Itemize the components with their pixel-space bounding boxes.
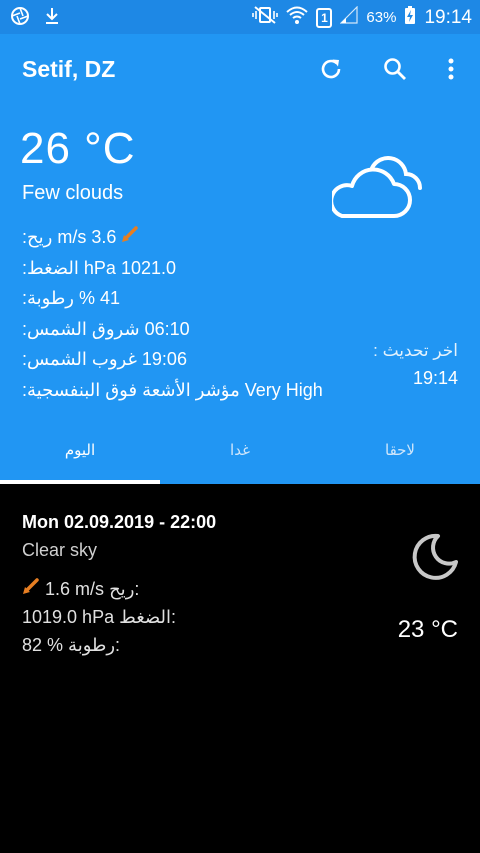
forecast-pressure-row: 1019.0 hPa الضغط:: [22, 603, 176, 631]
forecast-wind-row: 1.6 m/s ريح:: [22, 575, 176, 603]
app-bar: Setif, DZ: [0, 34, 480, 106]
status-bar: 1 63% 19:14: [0, 0, 480, 34]
current-temperature: 26 °C: [20, 124, 136, 173]
forecast-humidity-label: رطوبة:: [68, 635, 121, 655]
forecast-wind-value: 1.6 m/s: [45, 579, 105, 599]
pressure-row: الضغط: 1021.0 hPa: [22, 253, 323, 284]
forecast-datetime: Mon 02.09.2019 - 22:00: [22, 512, 217, 532]
aperture-icon: [10, 6, 30, 31]
forecast-pressure-label: الضغط:: [119, 607, 176, 627]
wind-row: ريح: 3.6 m/s: [22, 222, 323, 253]
wind-value: 3.6 m/s: [57, 227, 117, 247]
tab-tomorrow[interactable]: غدا: [160, 430, 320, 484]
humidity-row: رطوبة: 41 %: [22, 283, 323, 314]
sunset-row: غروب الشمس: 19:06: [22, 344, 323, 375]
battery-charging-icon: [404, 5, 416, 30]
sim-slot-badge: 1: [316, 7, 333, 28]
forecast-list: Mon 02.09.2019 - 22:00 Clear sky 1.6 m/s…: [0, 484, 480, 853]
search-icon: [382, 56, 408, 87]
status-clock: 19:14: [424, 6, 472, 28]
current-details: ريح: 3.6 m/s الضغط: 1021.0 hPa رطوبة: 41…: [22, 222, 323, 405]
forecast-details: 1.6 m/s ريح: 1019.0 hPa الضغط: 82 % رطوب…: [22, 575, 176, 659]
humidity-label: رطوبة:: [22, 288, 74, 308]
overflow-menu-button[interactable]: [436, 56, 466, 86]
signal-icon: [339, 5, 359, 29]
sunrise-label: شروق الشمس:: [22, 318, 140, 339]
forecast-humidity-row: 82 % رطوبة:: [22, 631, 176, 659]
current-weather-panel: Setif, DZ 26 °C Few clouds ريح: 3.6 m/s: [0, 34, 480, 484]
wind-direction-icon: [22, 575, 40, 603]
forecast-pressure-value: 1019.0 hPa: [22, 607, 115, 627]
uv-index-row: مؤشر الأشعة فوق البنفسجية: Very High: [22, 375, 323, 406]
page-title: Setif, DZ: [22, 56, 116, 82]
last-update-label: اخر تحديث :: [373, 341, 458, 360]
wind-direction-icon: [121, 222, 139, 253]
search-button[interactable]: [380, 56, 410, 86]
humidity-value: 41 %: [79, 288, 121, 308]
pressure-value: 1021.0 hPa: [83, 257, 176, 278]
overflow-menu-icon: [447, 57, 455, 86]
last-update-time: 19:14: [412, 368, 458, 388]
forecast-temperature: 23 °C: [397, 616, 458, 643]
wind-label: ريح:: [22, 227, 53, 247]
sunrise-row: شروق الشمس: 06:10: [22, 314, 323, 345]
tab-today[interactable]: اليوم: [0, 430, 160, 484]
wifi-icon: [286, 5, 309, 30]
uv-index-value: Very High: [244, 379, 323, 400]
tab-later[interactable]: لاحقا: [320, 430, 480, 484]
battery-percent: 63%: [366, 9, 397, 26]
current-condition: Few clouds: [22, 182, 124, 204]
moon-icon: [408, 530, 462, 589]
forecast-condition: Clear sky: [22, 540, 98, 560]
download-icon: [44, 7, 60, 30]
pressure-label: الضغط:: [22, 257, 79, 278]
vibrate-mute-icon: [252, 5, 279, 30]
forecast-wind-label: ريح:: [109, 579, 140, 599]
sunrise-value: 06:10: [144, 318, 190, 339]
sunset-value: 19:06: [141, 349, 187, 369]
day-tabs: اليوم غدا لاحقا: [0, 430, 480, 484]
sunset-label: غروب الشمس:: [22, 349, 137, 369]
refresh-icon: [318, 56, 344, 87]
uv-index-label: مؤشر الأشعة فوق البنفسجية:: [22, 379, 240, 400]
refresh-button[interactable]: [316, 56, 346, 86]
cloud-icon: [329, 146, 428, 227]
forecast-humidity-value: 82 %: [22, 635, 64, 655]
